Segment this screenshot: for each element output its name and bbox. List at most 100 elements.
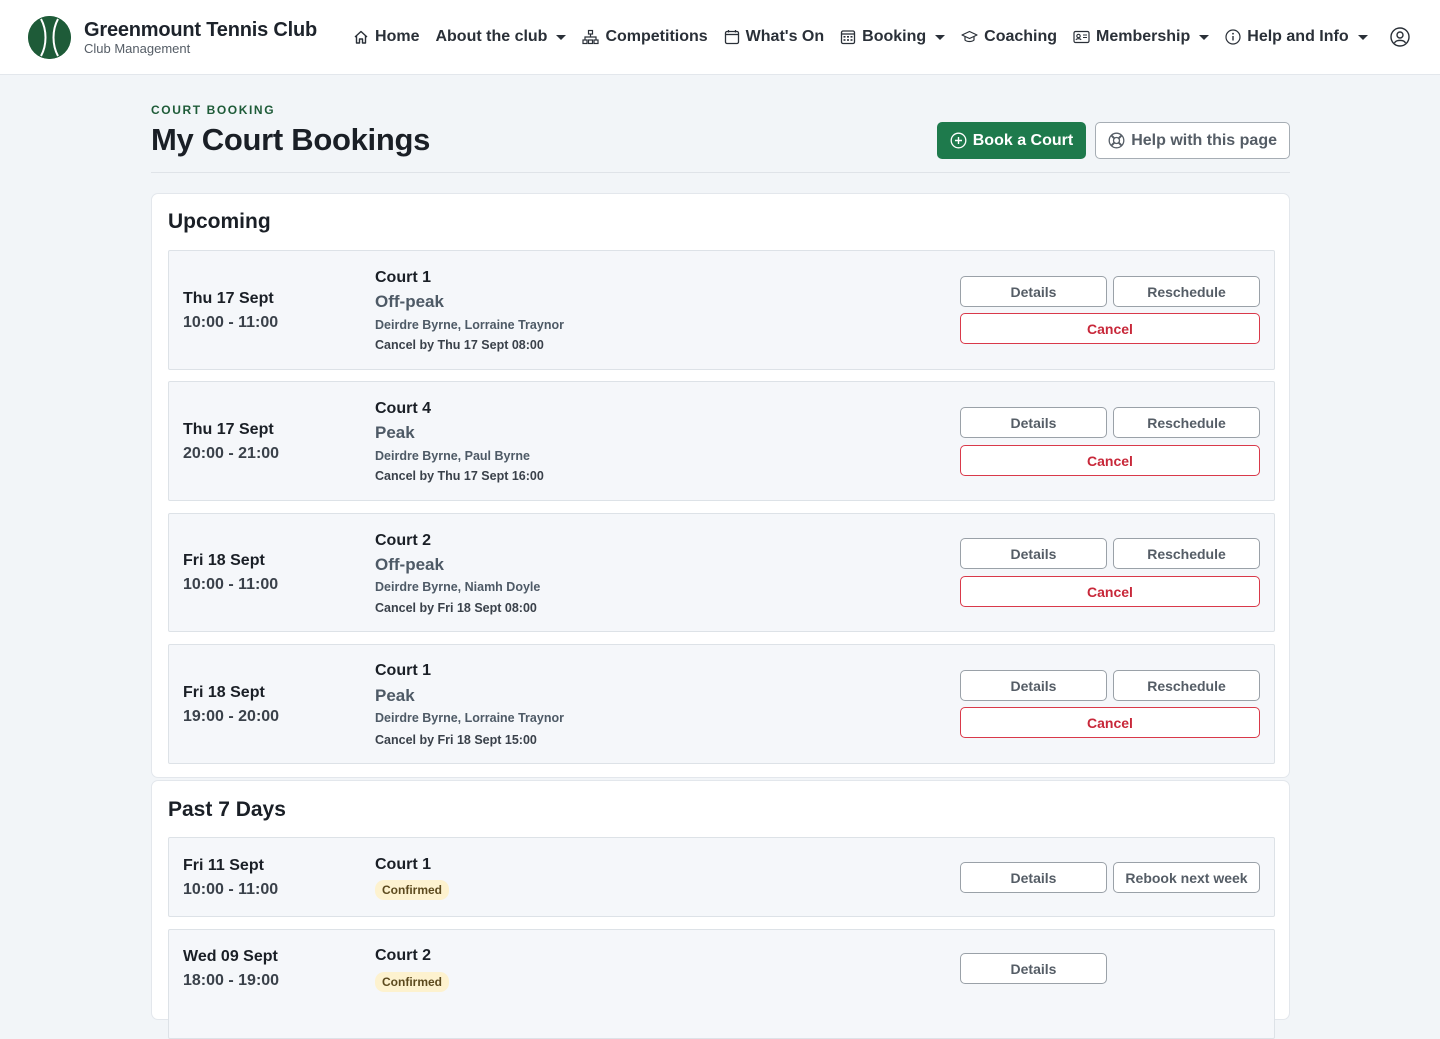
brand-subtitle: Club Management [84, 40, 191, 56]
booking-court: Court 1 [375, 269, 431, 286]
upcoming-bookings-card: Upcoming Thu 17 Sept 10:00 - 11:00 Court… [151, 193, 1290, 778]
chevron-down-icon [1199, 34, 1210, 40]
life-ring-icon [1108, 132, 1125, 149]
past-title: Past 7 Days [168, 798, 286, 821]
user-account-icon[interactable] [1389, 27, 1410, 47]
tennis-ball-logo-icon [28, 15, 71, 59]
info-circle-icon [1225, 29, 1241, 45]
booking-row: Fri 18 Sept 10:00 - 11:00 Court 2 Off-pe… [168, 513, 1275, 632]
booking-players: Deirdre Byrne, Lorraine Traynor [375, 318, 564, 332]
details-button[interactable]: Details [960, 953, 1107, 984]
breadcrumb: COURT BOOKING [151, 103, 276, 117]
booking-cancel-deadline: Cancel by Thu 17 Sept 08:00 [375, 338, 544, 352]
booking-rate: Off-peak [375, 555, 444, 574]
booking-rate: Peak [375, 686, 415, 705]
cancel-button[interactable]: Cancel [960, 707, 1260, 738]
status-badge: Confirmed [375, 880, 449, 900]
booking-court: Court 4 [375, 400, 431, 417]
booking-court: Court 1 [375, 662, 431, 679]
booking-cancel-deadline: Cancel by Fri 18 Sept 15:00 [375, 733, 537, 747]
book-a-court-label: Book a Court [972, 131, 1074, 149]
help-with-page-button[interactable]: Help with this page [1095, 122, 1290, 159]
details-button[interactable]: Details [960, 670, 1107, 701]
booking-players: Deirdre Byrne, Niamh Doyle [375, 580, 541, 594]
help-with-page-label: Help with this page [1131, 131, 1277, 149]
nav-whats-on-label: What's On [745, 28, 825, 45]
booking-date: Thu 17 Sept [183, 421, 274, 438]
booking-time: 19:00 - 20:00 [183, 708, 280, 725]
booking-date: Fri 18 Sept [183, 552, 265, 569]
booking-date: Fri 18 Sept [183, 684, 265, 701]
nav-help[interactable]: Help and Info [1217, 17, 1375, 57]
upcoming-title: Upcoming [168, 210, 271, 233]
cancel-button[interactable]: Cancel [960, 445, 1260, 476]
brand[interactable]: Greenmount Tennis Club Club Management [28, 15, 318, 59]
reschedule-button[interactable]: Reschedule [1113, 670, 1260, 701]
booking-players: Deirdre Byrne, Paul Byrne [375, 449, 530, 463]
nav-about[interactable]: About the club [427, 17, 574, 57]
past-bookings-card: Past 7 Days Fri 11 Sept 10:00 - 11:00 Co… [151, 780, 1290, 1039]
details-button[interactable]: Details [960, 862, 1107, 893]
book-a-court-button[interactable]: Book a Court [936, 122, 1087, 159]
nav-competitions-label: Competitions [605, 28, 708, 45]
booking-time: 10:00 - 11:00 [183, 576, 279, 593]
booking-court: Court 2 [375, 947, 431, 964]
nav-membership-label: Membership [1096, 28, 1191, 45]
graduation-cap-icon [961, 29, 978, 45]
cancel-button[interactable]: Cancel [960, 576, 1260, 607]
nav-booking[interactable]: Booking [832, 17, 953, 57]
header-divider [151, 172, 1290, 173]
booking-cancel-deadline: Cancel by Thu 17 Sept 16:00 [375, 469, 544, 483]
details-button[interactable]: Details [960, 407, 1107, 438]
chevron-down-icon [1357, 34, 1368, 40]
booking-time: 20:00 - 21:00 [183, 445, 280, 462]
nav-whats-on[interactable]: What's On [716, 17, 832, 57]
booking-row: Thu 17 Sept 10:00 - 11:00 Court 1 Off-pe… [168, 250, 1275, 370]
booking-row: Fri 18 Sept 19:00 - 20:00 Court 1 Peak D… [168, 644, 1275, 764]
nav-home-label: Home [375, 28, 420, 45]
calendar-grid-icon [840, 29, 856, 45]
details-button[interactable]: Details [960, 276, 1107, 307]
chevron-down-icon [935, 34, 946, 40]
chevron-down-icon [556, 34, 567, 40]
nav-about-label: About the club [435, 28, 548, 45]
reschedule-button[interactable]: Reschedule [1113, 276, 1260, 307]
booking-players: Deirdre Byrne, Lorraine Traynor [375, 711, 564, 725]
booking-court: Court 1 [375, 856, 431, 873]
calendar-icon [724, 29, 740, 45]
main-nav: Home About the club Competitions What's … [345, 17, 1410, 57]
cancel-button[interactable]: Cancel [960, 313, 1260, 344]
nav-competitions[interactable]: Competitions [574, 17, 715, 57]
booking-rate: Peak [375, 423, 415, 442]
details-button[interactable]: Details [960, 538, 1107, 569]
booking-date: Thu 17 Sept [183, 290, 274, 307]
booking-row: Wed 09 Sept 18:00 - 19:00 Court 2 Confir… [168, 929, 1275, 1039]
rebook-next-week-button[interactable]: Rebook next week [1113, 862, 1260, 893]
nav-coaching-label: Coaching [984, 28, 1058, 45]
tournament-bracket-icon [582, 29, 600, 45]
nav-booking-label: Booking [862, 28, 927, 45]
nav-coaching[interactable]: Coaching [953, 17, 1065, 57]
booking-cancel-deadline: Cancel by Fri 18 Sept 08:00 [375, 601, 537, 615]
reschedule-button[interactable]: Reschedule [1113, 407, 1260, 438]
home-icon [353, 29, 369, 45]
booking-date: Wed 09 Sept [183, 948, 278, 965]
booking-row: Fri 11 Sept 10:00 - 11:00 Court 1 Confir… [168, 837, 1275, 917]
membership-card-icon [1073, 29, 1090, 45]
nav-home[interactable]: Home [345, 17, 427, 57]
booking-rate: Off-peak [375, 292, 444, 311]
status-badge: Confirmed [375, 972, 449, 992]
top-navbar: Greenmount Tennis Club Club Management H… [0, 0, 1440, 75]
page-title: My Court Bookings [151, 122, 431, 157]
reschedule-button[interactable]: Reschedule [1113, 538, 1260, 569]
header-actions: Book a Court Help with this page [936, 122, 1290, 159]
booking-time: 10:00 - 11:00 [183, 314, 279, 331]
booking-date: Fri 11 Sept [183, 857, 264, 874]
booking-time: 10:00 - 11:00 [183, 881, 279, 898]
booking-time: 18:00 - 19:00 [183, 972, 280, 989]
nav-membership[interactable]: Membership [1065, 17, 1217, 57]
brand-title: Greenmount Tennis Club [84, 18, 318, 41]
booking-court: Court 2 [375, 532, 431, 549]
plus-circle-icon [950, 132, 967, 149]
nav-help-label: Help and Info [1247, 28, 1349, 45]
